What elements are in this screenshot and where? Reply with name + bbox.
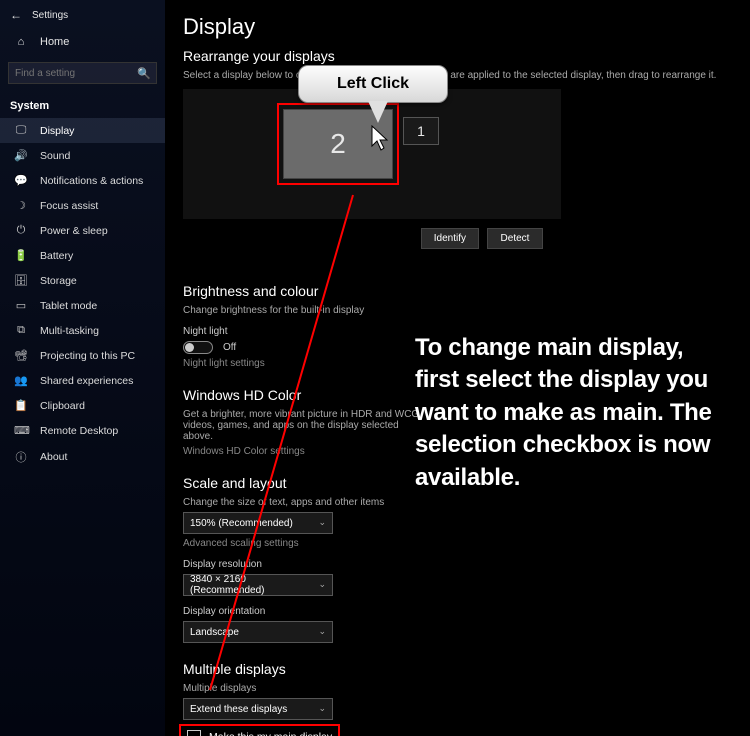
nav-label: Clipboard [40, 400, 85, 412]
identify-button[interactable]: Identify [421, 228, 479, 249]
display-icon: 🖵 [14, 124, 28, 137]
display-tile-2-label: 2 [330, 128, 346, 160]
hd-sub: Get a brighter, more vibrant picture in … [183, 409, 423, 442]
brightness-heading: Brightness and colour [183, 283, 732, 299]
nav-label: Tablet mode [40, 300, 97, 312]
scale-value: 150% (Recommended) [190, 518, 293, 529]
detect-button[interactable]: Detect [487, 228, 543, 249]
brightness-sub: Change brightness for the built-in displ… [183, 305, 732, 316]
rearrange-heading: Rearrange your displays [183, 48, 732, 64]
storage-icon: 🗄 [14, 274, 28, 287]
rearrange-help: Select a display below to change its set… [183, 70, 732, 81]
shared-icon: 👥 [14, 374, 28, 387]
power-icon: ⏻ [14, 224, 28, 237]
multiple-displays-value: Extend these displays [190, 704, 287, 715]
multiple-displays-label: Multiple displays [183, 683, 732, 694]
advanced-scaling-link[interactable]: Advanced scaling settings [183, 538, 732, 549]
nav-label: Display [40, 125, 74, 137]
sound-icon: 🔊 [14, 149, 28, 162]
back-button[interactable]: ← [10, 8, 22, 22]
annotation-bubble-tail [368, 101, 388, 123]
orientation-select[interactable]: Landscape ⌄ [183, 621, 333, 643]
night-light-toggle[interactable] [183, 341, 213, 354]
orientation-value: Landscape [190, 627, 239, 638]
nav-label: Power & sleep [40, 225, 108, 237]
project-icon: 📽 [14, 349, 28, 362]
home-label: Home [40, 36, 69, 48]
nav-clipboard[interactable]: 📋 Clipboard [0, 393, 165, 418]
make-main-display-checkbox[interactable]: Make this my main display [183, 728, 336, 736]
scale-sub: Change the size of text, apps and other … [183, 497, 732, 508]
settings-sidebar: ← Settings ⌂ Home 🔍 System 🖵 Display 🔊 S… [0, 0, 165, 736]
tablet-icon: ▭ [14, 299, 28, 312]
focus-icon: ☽ [14, 199, 28, 212]
nav-display[interactable]: 🖵 Display [0, 118, 165, 143]
scale-select[interactable]: 150% (Recommended) ⌄ [183, 512, 333, 534]
section-heading: System [0, 94, 165, 118]
nav-label: Battery [40, 250, 73, 262]
nav-power-sleep[interactable]: ⏻ Power & sleep [0, 218, 165, 243]
nav-multitasking[interactable]: ⧉ Multi-tasking [0, 318, 165, 343]
nav-label: Storage [40, 275, 77, 287]
nav-remote-desktop[interactable]: ⌨ Remote Desktop [0, 418, 165, 443]
nav-label: Shared experiences [40, 375, 133, 387]
nav-label: Sound [40, 150, 70, 162]
remote-icon: ⌨ [14, 424, 28, 437]
nav-notifications[interactable]: 💬 Notifications & actions [0, 168, 165, 193]
resolution-select[interactable]: 3840 × 2160 (Recommended) ⌄ [183, 574, 333, 596]
chevron-down-icon: ⌄ [318, 579, 326, 590]
night-light-state: Off [223, 342, 236, 353]
page-title: Display [183, 14, 732, 40]
display-tile-1-label: 1 [417, 123, 425, 139]
home-icon: ⌂ [14, 36, 28, 48]
make-main-display-label: Make this my main display [209, 731, 332, 736]
notifications-icon: 💬 [14, 174, 28, 187]
chevron-down-icon: ⌄ [318, 517, 326, 528]
multiple-displays-heading: Multiple displays [183, 661, 732, 677]
nav-label: Projecting to this PC [40, 350, 135, 362]
nav-storage[interactable]: 🗄 Storage [0, 268, 165, 293]
nav-label: Multi-tasking [40, 325, 99, 337]
nav-battery[interactable]: 🔋 Battery [0, 243, 165, 268]
nav-label: Remote Desktop [40, 425, 118, 437]
annotation-bubble: Left Click [298, 65, 448, 103]
annotation-instruction: To change main display, first select the… [415, 332, 730, 494]
about-icon: ⓘ [14, 449, 28, 465]
nav-projecting[interactable]: 📽 Projecting to this PC [0, 343, 165, 368]
nav-label: About [40, 451, 67, 463]
nav-about[interactable]: ⓘ About [0, 443, 165, 471]
orientation-label: Display orientation [183, 606, 732, 617]
multitask-icon: ⧉ [14, 324, 28, 337]
home-nav[interactable]: ⌂ Home [0, 28, 165, 56]
battery-icon: 🔋 [14, 249, 28, 262]
display-tile-1[interactable]: 1 [403, 117, 439, 145]
clipboard-icon: 📋 [14, 399, 28, 412]
app-title: Settings [32, 10, 68, 21]
nav-label: Notifications & actions [40, 175, 143, 187]
arrange-buttons: Identify Detect [165, 228, 543, 249]
search-input[interactable] [8, 62, 157, 84]
nav-sound[interactable]: 🔊 Sound [0, 143, 165, 168]
resolution-value: 3840 × 2160 (Recommended) [190, 574, 312, 596]
checkbox-icon [187, 730, 201, 736]
nav-label: Focus assist [40, 200, 98, 212]
annotation-bubble-text: Left Click [337, 75, 409, 93]
nav-focus-assist[interactable]: ☽ Focus assist [0, 193, 165, 218]
nav-shared-exp[interactable]: 👥 Shared experiences [0, 368, 165, 393]
resolution-label: Display resolution [183, 559, 732, 570]
chevron-down-icon: ⌄ [318, 626, 326, 637]
chevron-down-icon: ⌄ [318, 703, 326, 714]
nav-tablet-mode[interactable]: ▭ Tablet mode [0, 293, 165, 318]
multiple-displays-select[interactable]: Extend these displays ⌄ [183, 698, 333, 720]
search-container: 🔍 [0, 56, 165, 94]
titlebar: ← Settings [0, 4, 165, 28]
